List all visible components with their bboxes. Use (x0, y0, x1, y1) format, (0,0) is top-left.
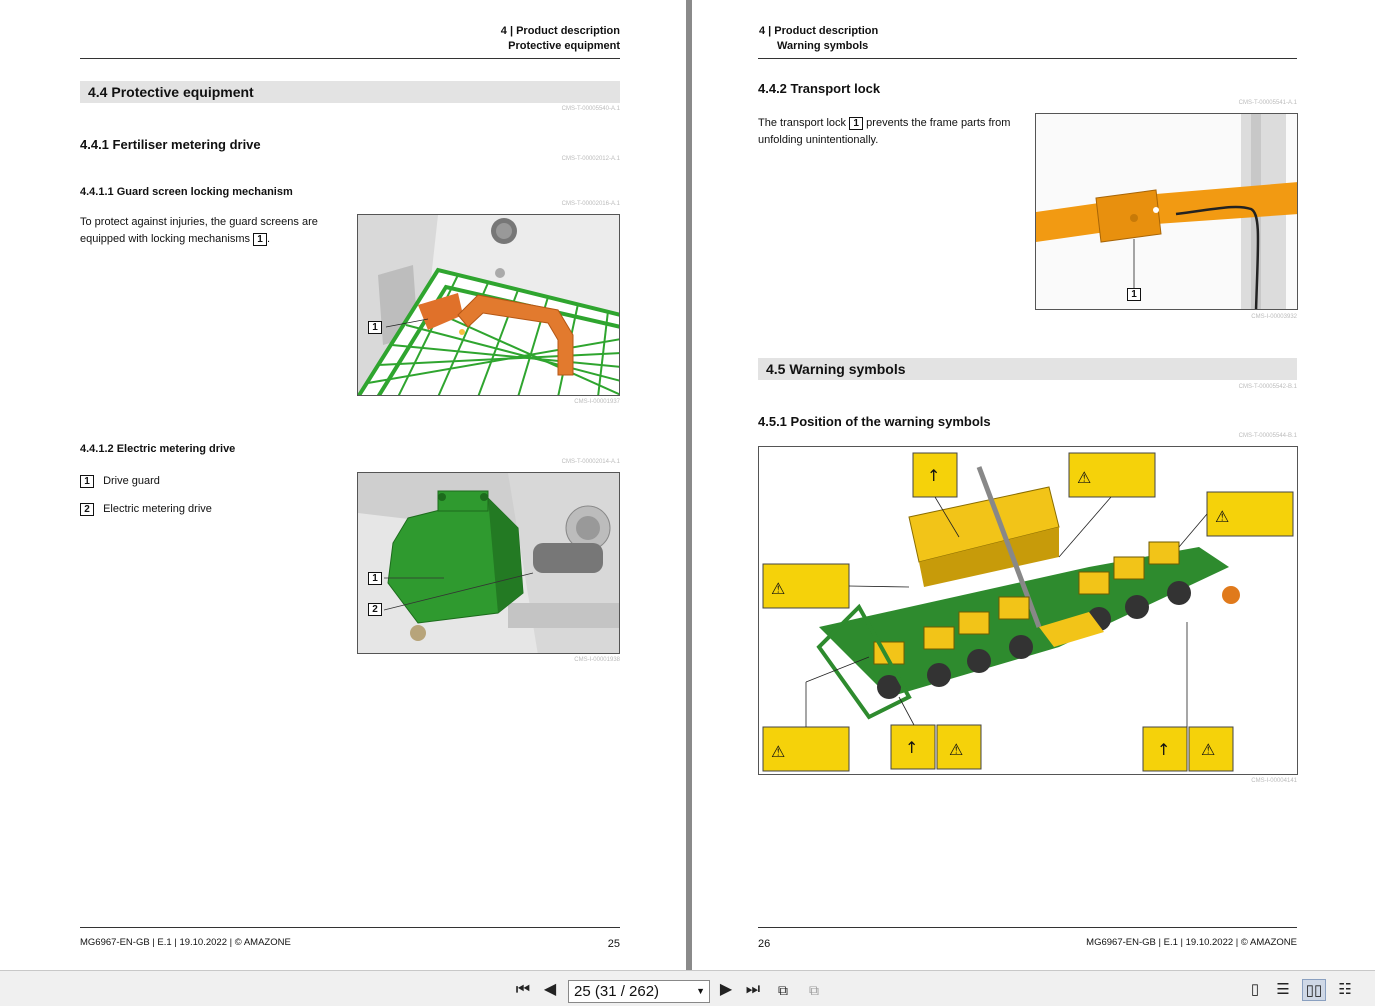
chevron-down-icon[interactable]: ▼ (696, 981, 705, 1002)
header-chapter: 4 | Product description (759, 25, 879, 37)
cms-code: CMS-T-00002012-A.1 (561, 156, 620, 162)
header-rule (758, 58, 1297, 59)
svg-text:⚠: ⚠ (949, 740, 963, 759)
page-header: 4 | Product description Warning symbols (759, 24, 1059, 54)
text-line: unfolding unintentionally. (758, 134, 879, 146)
page-footer: MG6967-EN-GB | E.1 | 19.10.2022 | © AMAZ… (1086, 937, 1297, 948)
subsection-title: 4.5.1 Position of the warning symbols (758, 414, 991, 429)
page-number: 26 (758, 938, 771, 950)
figure-guard-screen-lock: 1 (357, 214, 620, 396)
text-line: prevents the frame parts from (866, 117, 1011, 129)
body-paragraph: The transport lock 1 prevents the frame … (758, 115, 1028, 149)
legend-number: 1 (80, 475, 94, 488)
go-forward-view-icon[interactable]: ⧉ (803, 979, 825, 1001)
figure-callout: 1 (1127, 288, 1141, 301)
callout-number: 1 (849, 117, 864, 130)
previous-page-icon[interactable]: ◀ (540, 979, 560, 1001)
figure-warning-symbol-positions: ↑ ↑ ↑ ⚠ ⚠ ⚠ ⚠ ⚠ ⚠ (758, 446, 1298, 775)
figure-callout: 1 (368, 572, 382, 585)
svg-text:↑: ↑ (927, 466, 940, 485)
cms-code: CMS-T-00002016-A.1 (561, 201, 620, 207)
facing-pages-icon[interactable]: ▯▯ (1302, 979, 1326, 1001)
subsection-title: 4.4.2 Transport lock (758, 81, 881, 96)
section-title: 4.5 Warning symbols (758, 358, 1297, 380)
page-indicator-value: 25 (31 / 262) (574, 983, 660, 1000)
single-page-icon[interactable]: ▯ (1245, 979, 1265, 1001)
subsubsection-title: 4.4.1.1 Guard screen locking mechanism (80, 186, 293, 198)
legend-label: Drive guard (103, 475, 160, 487)
header-rule (80, 58, 620, 59)
svg-text:⚠: ⚠ (1201, 740, 1215, 759)
transport-lock-illustration (1036, 114, 1297, 309)
last-page-icon[interactable]: ⏭ (742, 979, 764, 1001)
body-paragraph: To protect against injuries, the guard s… (80, 214, 340, 248)
cms-code: CMS-I-00001937 (574, 399, 620, 405)
text-line: To protect against injuries, the guard s… (80, 216, 318, 228)
seeder-warning-illustration: ↑ ↑ ↑ ⚠ ⚠ ⚠ ⚠ ⚠ ⚠ (759, 447, 1297, 774)
text-line: The transport lock (758, 117, 847, 129)
figure-legend: 1 Drive guard 2 Electric metering drive (80, 473, 340, 518)
svg-text:⚠: ⚠ (1077, 468, 1091, 487)
page-footer: MG6967-EN-GB | E.1 | 19.10.2022 | © AMAZ… (80, 937, 291, 948)
header-section: Warning symbols (777, 40, 869, 52)
svg-text:↑: ↑ (1157, 740, 1170, 759)
figure-transport-lock: 1 (1035, 113, 1298, 310)
svg-text:⚠: ⚠ (771, 742, 785, 761)
cms-code: CMS-I-00001938 (574, 657, 620, 663)
document-page-left: 4 | Product description Protective equip… (0, 0, 686, 970)
cms-code: CMS-T-00002014-A.1 (561, 459, 620, 465)
footer-rule (758, 927, 1297, 928)
legend-number: 2 (80, 503, 94, 516)
svg-text:⚠: ⚠ (771, 579, 785, 598)
subsection-title: 4.4.1 Fertiliser metering drive (80, 137, 261, 152)
header-section: Protective equipment (508, 40, 620, 52)
continuous-page-icon[interactable]: ☰ (1273, 979, 1293, 1001)
document-page-right: 4 | Product description Warning symbols … (692, 0, 1375, 970)
continuous-facing-icon[interactable]: ☷ (1334, 979, 1356, 1001)
svg-text:↑: ↑ (905, 738, 918, 757)
cms-code: CMS-T-00005540-A.1 (561, 106, 620, 112)
figure-callout: 2 (368, 603, 382, 616)
page-number: 25 (607, 938, 620, 950)
page-header: 4 | Product description Protective equip… (380, 24, 620, 54)
figure-callout: 1 (368, 321, 382, 334)
page-number-select[interactable]: 25 (31 / 262) ▼ (568, 980, 710, 1003)
svg-text:⚠: ⚠ (1215, 507, 1229, 526)
cms-code: CMS-I-00004141 (1251, 778, 1297, 784)
cms-code: CMS-T-00005544-B.1 (1238, 433, 1297, 439)
go-back-view-icon[interactable]: ⧉ (772, 979, 794, 1001)
legend-item: 2 Electric metering drive (80, 501, 340, 518)
header-chapter: 4 | Product description (500, 25, 620, 37)
cms-code: CMS-T-00005542-B.1 (1238, 384, 1297, 390)
text-line: equipped with locking mechanisms (80, 233, 250, 245)
cms-code: CMS-T-00005541-A.1 (1238, 100, 1297, 106)
next-page-icon[interactable]: ▶ (716, 979, 736, 1001)
subsubsection-title: 4.4.1.2 Electric metering drive (80, 443, 236, 455)
guard-screen-illustration (358, 215, 619, 395)
legend-label: Electric metering drive (103, 503, 212, 515)
callout-number: 1 (253, 233, 268, 246)
figure-electric-metering-drive: 1 2 (357, 472, 620, 654)
section-title: 4.4 Protective equipment (80, 81, 620, 103)
cms-code: CMS-I-00003932 (1251, 314, 1297, 320)
first-page-icon[interactable]: ⏮ (512, 979, 534, 1001)
footer-rule (80, 927, 620, 928)
metering-drive-illustration (358, 473, 619, 653)
legend-item: 1 Drive guard (80, 473, 340, 490)
